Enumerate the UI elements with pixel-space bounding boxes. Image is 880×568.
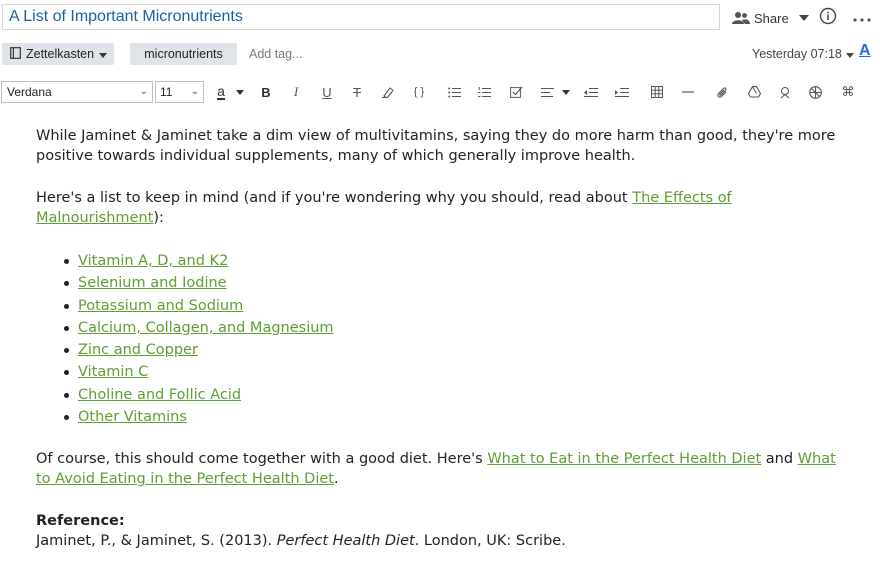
list-item: Vitamin A, D, and K2 xyxy=(60,250,334,272)
micronutrient-list: Vitamin A, D, and K2 Selenium and Iodine… xyxy=(60,250,334,428)
caret-down-icon xyxy=(798,15,809,21)
chevron-down-icon: ⌄ xyxy=(190,86,199,97)
text-span: Jaminet, P., & Jaminet, S. (2013). xyxy=(36,533,277,549)
list-item: Vitamin C xyxy=(60,361,334,383)
list-item: Potassium and Sodium xyxy=(60,295,334,317)
strikethrough-button[interactable]: T xyxy=(349,81,365,103)
notebook-selector[interactable]: Zettelkasten xyxy=(2,43,114,65)
text-span: . xyxy=(333,471,339,487)
note-title-input[interactable]: A List of Important Micronutrients xyxy=(2,4,720,30)
list-item-link[interactable]: Selenium and Iodine xyxy=(78,275,227,291)
underline-button[interactable]: U xyxy=(319,81,335,103)
add-tag-input[interactable]: Add tag... xyxy=(249,43,303,65)
list-item-link[interactable]: Zinc and Copper xyxy=(78,342,198,358)
font-size-select[interactable]: 11 ⌄ xyxy=(155,81,204,103)
paragraph-diet: Of course, this should come together wit… xyxy=(36,449,851,489)
text-span: . London, UK: Scribe. xyxy=(414,533,566,549)
list-item-link[interactable]: Potassium and Sodium xyxy=(78,298,243,314)
font-size-value: 11 xyxy=(160,85,173,99)
list-item: Zinc and Copper xyxy=(60,339,334,361)
reference-citation: Jaminet, P., & Jaminet, S. (2013). Perfe… xyxy=(36,531,566,551)
paragraph-intro: While Jaminet & Jaminet take a dim view … xyxy=(36,128,836,164)
text-span: Of course, this should come together wit… xyxy=(36,451,488,467)
font-family-select[interactable]: Verdana ⌄ xyxy=(1,81,153,103)
list-item-link[interactable]: Choline and Follic Acid xyxy=(78,387,241,403)
list-item: Selenium and Iodine xyxy=(60,272,334,294)
checklist-icon[interactable] xyxy=(508,81,524,103)
notebook-icon xyxy=(10,46,21,62)
drawing-icon[interactable] xyxy=(777,81,793,103)
horizontal-rule-icon[interactable] xyxy=(680,81,696,103)
code-button[interactable]: { } xyxy=(408,81,430,103)
bold-button[interactable]: B xyxy=(258,81,274,103)
list-item-link[interactable]: Vitamin C xyxy=(78,364,148,380)
share-label: Share xyxy=(754,10,789,26)
timestamp-selector[interactable]: Yesterday 07:18 xyxy=(752,43,854,65)
text-color-button[interactable]: a xyxy=(212,81,230,103)
list-item: Choline and Follic Acid xyxy=(60,384,334,406)
reference-heading: Reference: xyxy=(36,513,125,529)
bullet-list-icon[interactable] xyxy=(446,81,462,103)
formatting-toolbar: Verdana ⌄ 11 ⌄ a B I U T { } ⌘ xyxy=(0,79,880,105)
table-icon[interactable] xyxy=(649,81,665,103)
drive-icon[interactable] xyxy=(746,81,762,103)
text-color-glyph: a xyxy=(217,83,225,100)
reference-book-title: Perfect Health Diet xyxy=(276,533,415,549)
emoji-icon[interactable] xyxy=(807,81,823,103)
paragraph-list-intro: Here's a list to keep in mind (and if yo… xyxy=(36,188,846,228)
list-item-link[interactable]: Calcium, Collagen, and Magnesium xyxy=(78,320,334,336)
text-span: ): xyxy=(153,210,164,226)
italic-button[interactable]: I xyxy=(288,81,304,103)
caret-down-icon[interactable] xyxy=(234,81,246,103)
chevron-down-icon: ⌄ xyxy=(139,86,148,97)
tag-bar: Zettelkasten micronutrients Add tag... Y… xyxy=(0,40,880,68)
attachment-icon[interactable] xyxy=(714,81,730,103)
title-bar: A List of Important Micronutrients Share xyxy=(0,0,880,36)
caret-down-icon xyxy=(845,43,854,65)
caret-down-icon[interactable] xyxy=(560,81,572,103)
timestamp-label: Yesterday 07:18 xyxy=(752,47,842,61)
caret-down-icon xyxy=(99,47,108,61)
notebook-label: Zettelkasten xyxy=(26,47,95,61)
people-icon xyxy=(732,11,750,25)
list-item: Other Vitamins xyxy=(60,406,334,428)
tag-chip[interactable]: micronutrients xyxy=(130,43,237,65)
font-style-icon[interactable]: A xyxy=(859,42,871,60)
command-icon[interactable]: ⌘ xyxy=(840,81,856,103)
list-item: Calcium, Collagen, and Magnesium xyxy=(60,317,334,339)
numbered-list-icon[interactable] xyxy=(476,81,492,103)
indent-icon[interactable] xyxy=(614,81,630,103)
info-icon[interactable] xyxy=(819,7,837,29)
more-options-icon[interactable] xyxy=(853,8,871,27)
highlighter-icon[interactable] xyxy=(380,81,396,103)
font-family-value: Verdana xyxy=(7,85,52,99)
list-item-link[interactable]: Vitamin A, D, and K2 xyxy=(78,253,228,269)
list-item-link[interactable]: Other Vitamins xyxy=(78,409,187,425)
align-icon[interactable] xyxy=(539,81,555,103)
text-span: and xyxy=(761,451,798,467)
outdent-icon[interactable] xyxy=(583,81,599,103)
share-button[interactable]: Share xyxy=(732,7,809,29)
text-span: Here's a list to keep in mind (and if yo… xyxy=(36,190,633,206)
link-what-to-eat[interactable]: What to Eat in the Perfect Health Diet xyxy=(487,451,761,467)
